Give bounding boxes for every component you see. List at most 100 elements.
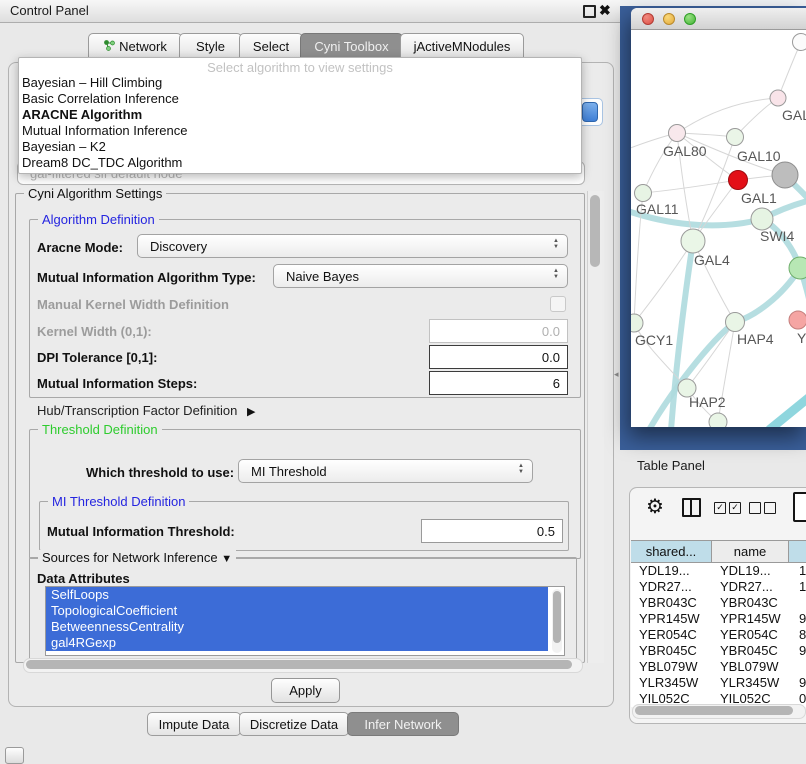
network-node[interactable] (772, 162, 798, 188)
document-icon[interactable] (793, 492, 806, 522)
table-cell[interactable]: 9. (789, 643, 806, 659)
table-cell[interactable]: 9. (789, 611, 806, 627)
algorithm-option[interactable]: Mutual Information Inference (22, 123, 187, 139)
table-cell[interactable]: YBR043C (712, 595, 789, 611)
network-node[interactable] (631, 314, 643, 332)
table-cell[interactable]: YBR045C (712, 643, 789, 659)
deselect-all-checkbox-icon[interactable] (749, 502, 761, 514)
table-row[interactable]: YBL079WYBL079W (631, 659, 806, 675)
network-node[interactable] (729, 171, 748, 190)
table-cell[interactable]: YPR145W (712, 611, 789, 627)
tab-discretize-data[interactable]: Discretize Data (239, 712, 349, 736)
tab-jactivemnodules[interactable]: jActiveMNodules (400, 33, 524, 59)
algorithm-option[interactable]: Bayesian – Hill Climbing (22, 75, 162, 91)
attribute-item[interactable]: gal4RGexp (46, 635, 548, 651)
algorithm-option[interactable]: Dream8 DC_TDC Algorithm (22, 155, 182, 171)
network-canvas[interactable]: GALGAL80GAL10GAL1GAL11SWI4GAL4GCY1HAP4YH… (631, 30, 806, 427)
column-header-name[interactable]: name (712, 541, 789, 562)
kernel-width-field[interactable]: 0.0 (429, 319, 568, 343)
table-cell[interactable]: YBL079W (631, 659, 712, 675)
table-cell[interactable]: YDL19... (712, 563, 789, 579)
close-window-icon[interactable]: ✖ (599, 2, 611, 19)
mi-threshold-field[interactable]: 0.5 (421, 519, 563, 543)
table-cell[interactable]: YBR043C (631, 595, 712, 611)
close-traffic-light[interactable] (642, 13, 654, 25)
network-window-titlebar[interactable] (631, 8, 806, 30)
table-row[interactable]: YDL19...YDL19...13 (631, 563, 806, 579)
network-node[interactable] (789, 257, 806, 279)
mi-type-combo[interactable]: Naive Bayes ▲▼ (273, 264, 568, 288)
table-cell[interactable] (789, 659, 806, 675)
deselect-all-checkbox-icon2[interactable] (764, 502, 776, 514)
aracne-mode-combo[interactable]: Discovery ▲▼ (137, 234, 568, 258)
settings-hscrollbar[interactable] (23, 658, 583, 673)
gear-icon[interactable]: ⚙ (646, 494, 664, 519)
network-edge[interactable] (687, 322, 735, 388)
table-row[interactable]: YBR045CYBR045C9. (631, 643, 806, 659)
column-header-shared-name[interactable]: shared... (631, 541, 712, 562)
table-cell[interactable]: YBR045C (631, 643, 712, 659)
dpi-tolerance-field[interactable]: 0.0 (429, 345, 568, 369)
network-node[interactable] (770, 90, 786, 106)
network-node[interactable] (789, 311, 806, 329)
tab-infer-network[interactable]: Infer Network (347, 712, 459, 736)
table-cell[interactable]: 13 (789, 563, 806, 579)
table-row[interactable]: YER054CYER054C8. (631, 627, 806, 643)
table-row[interactable]: YBR043CYBR043C (631, 595, 806, 611)
which-threshold-combo[interactable]: MI Threshold ▲▼ (238, 459, 533, 483)
tab-select[interactable]: Select (239, 33, 303, 59)
tab-cyni-toolbox[interactable]: Cyni Toolbox (300, 33, 403, 59)
table-cell[interactable]: YDR27... (631, 579, 712, 595)
network-window[interactable]: GALGAL80GAL10GAL1GAL11SWI4GAL4GCY1HAP4YH… (631, 8, 806, 427)
table-cell[interactable]: YLR345W (712, 675, 789, 691)
column-layout-icon[interactable] (682, 498, 701, 517)
network-node[interactable] (635, 185, 652, 202)
network-graph[interactable]: GALGAL80GAL10GAL1GAL11SWI4GAL4GCY1HAP4YH… (631, 30, 806, 427)
table-cell[interactable]: 8. (789, 627, 806, 643)
table-cell[interactable]: 12 (789, 579, 806, 595)
table-cell[interactable]: YBL079W (712, 659, 789, 675)
network-edge[interactable] (778, 42, 801, 98)
tab-network[interactable]: Network (88, 33, 182, 59)
algorithm-option[interactable]: Bayesian – K2 (22, 139, 106, 155)
table-cell[interactable]: YPR145W (631, 611, 712, 627)
table-cell[interactable] (789, 595, 806, 611)
table-row[interactable]: YDR27...YDR27...12 (631, 579, 806, 595)
mi-steps-field[interactable]: 6 (429, 371, 568, 395)
table-row[interactable]: YPR145WYPR145W9. (631, 611, 806, 627)
panel-resize-grabber[interactable]: ◂ (614, 369, 619, 380)
hidden-panel-grip[interactable] (5, 747, 24, 764)
attribute-item[interactable]: SelfLoops (46, 587, 548, 603)
settings-vscrollbar[interactable] (587, 191, 604, 663)
algorithm-option[interactable]: ARACNE Algorithm (22, 107, 142, 123)
table-cell[interactable]: YDR27... (712, 579, 789, 595)
manual-kernel-checkbox[interactable] (550, 296, 566, 312)
network-edge[interactable] (735, 268, 800, 322)
apply-button[interactable]: Apply (271, 678, 340, 703)
attribute-item[interactable]: BetweennessCentrality (46, 619, 548, 635)
select-all-checkbox-icon2[interactable]: ✓ (729, 502, 741, 514)
network-edge[interactable] (677, 98, 778, 133)
data-attributes-list[interactable]: SelfLoopsTopologicalCoefficientBetweenne… (45, 586, 565, 656)
network-node[interactable] (709, 413, 727, 427)
network-edge[interactable] (643, 180, 738, 193)
table-row[interactable]: YLR345WYLR345W9. (631, 675, 806, 691)
column-header-partial[interactable]: A (789, 541, 806, 562)
tab-impute-data[interactable]: Impute Data (147, 712, 241, 736)
algorithm-option[interactable]: Basic Correlation Inference (22, 91, 179, 107)
tab-style[interactable]: Style (179, 33, 242, 59)
float-window-icon[interactable] (583, 5, 596, 18)
attribute-item[interactable]: TopologicalCoefficient (46, 603, 548, 619)
network-node[interactable] (793, 34, 806, 51)
network-node[interactable] (681, 229, 705, 253)
table-cell[interactable]: 9. (789, 675, 806, 691)
network-node[interactable] (727, 129, 744, 146)
network-edge[interactable] (769, 395, 806, 427)
table-cell[interactable]: YER054C (631, 627, 712, 643)
network-node[interactable] (726, 313, 745, 332)
list-scrollbar[interactable] (552, 589, 562, 653)
network-node[interactable] (669, 125, 686, 142)
minimize-traffic-light[interactable] (663, 13, 675, 25)
table-hscrollbar[interactable] (632, 704, 806, 719)
table-cell[interactable]: YER054C (712, 627, 789, 643)
